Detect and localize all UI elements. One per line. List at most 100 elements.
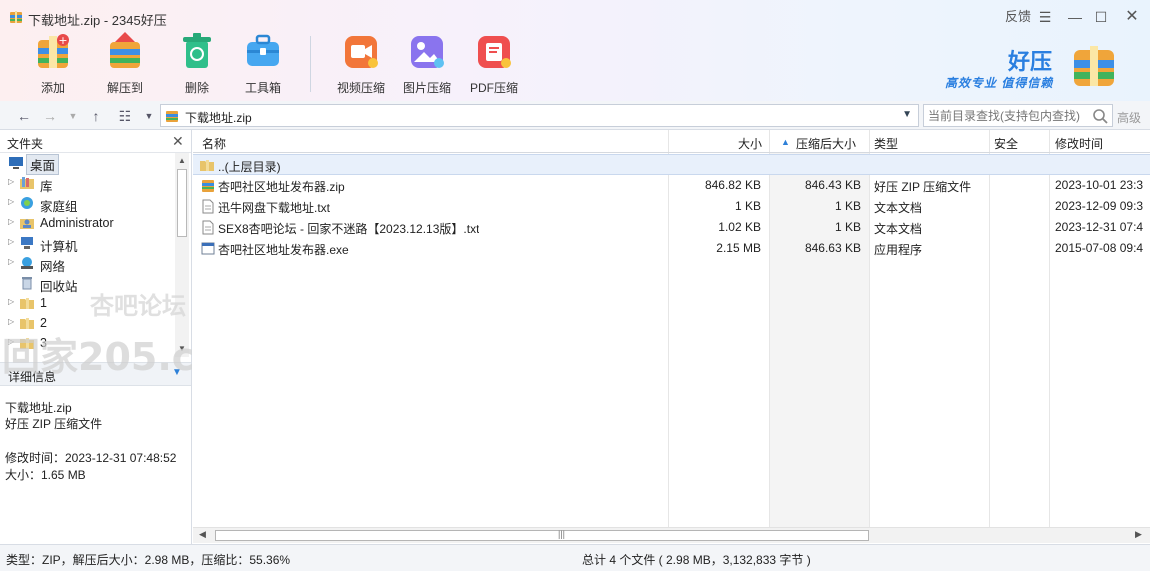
- video-compress-button[interactable]: 视频压缩: [327, 32, 395, 95]
- expand-arrow-icon[interactable]: ▷: [8, 297, 14, 306]
- computer-icon: [21, 237, 33, 249]
- up-arrow-icon[interactable]: ↑: [87, 107, 105, 125]
- col-header-size[interactable]: 大小: [738, 135, 762, 152]
- expand-arrow-icon[interactable]: ▷: [8, 237, 14, 246]
- view-mode-icon[interactable]: ☷: [116, 107, 134, 125]
- table-row[interactable]: SEX8杏吧论坛 - 回家不迷路【2023.12.13版】.txt 1.02 K…: [193, 217, 1150, 238]
- scroll-thumb[interactable]: [177, 169, 187, 237]
- detail-panel-header[interactable]: 详细信息 ▼: [0, 362, 191, 386]
- tree-item-label: Administrator: [40, 216, 114, 230]
- minimize-icon[interactable]: —: [1067, 8, 1083, 26]
- detail-panel-title: 详细信息: [8, 370, 57, 384]
- toolbox-button[interactable]: 工具箱: [229, 32, 297, 95]
- feedback-button[interactable]: 反馈: [1003, 8, 1033, 26]
- extract-to-label: 解压到: [106, 81, 143, 95]
- col-header-type[interactable]: 类型: [874, 135, 898, 152]
- address-bar: ← → ▼ ↑ ☷ ▼ 下载地址.zip ▼ 高级: [0, 101, 1150, 130]
- tree-item-folder-2[interactable]: ▷ 2: [0, 313, 175, 333]
- col-header-packed[interactable]: 压缩后大小: [796, 135, 856, 152]
- expand-arrow-icon[interactable]: ▷: [8, 177, 14, 186]
- scroll-up-icon[interactable]: ▲: [178, 156, 186, 165]
- expand-arrow-icon[interactable]: ▷: [8, 317, 14, 326]
- back-arrow-icon[interactable]: ←: [15, 107, 33, 125]
- path-field[interactable]: 下载地址.zip ▼: [160, 104, 919, 127]
- tree-item-recycle-bin[interactable]: 回收站: [0, 273, 175, 294]
- delete-button[interactable]: 删除: [163, 32, 231, 95]
- window-title: 下载地址.zip - 2345好压: [28, 13, 167, 28]
- add-button[interactable]: + 添加: [19, 32, 87, 95]
- row-name: 迅牛网盘下载地址.txt: [218, 201, 331, 215]
- tree-scrollbar[interactable]: ▲ ▼: [175, 153, 189, 357]
- image-compress-icon: [411, 36, 444, 68]
- svg-text:+: +: [58, 34, 67, 47]
- path-text: 下载地址.zip: [185, 111, 252, 125]
- parent-directory-row[interactable]: ..(上层目录): [193, 154, 1150, 175]
- folder-icon: [20, 318, 34, 329]
- row-size: 846.82 KB: [704, 178, 761, 192]
- col-header-modified[interactable]: 修改时间: [1055, 135, 1103, 152]
- network-icon: [21, 257, 33, 269]
- expand-arrow-icon[interactable]: ▷: [8, 337, 14, 346]
- close-panel-icon[interactable]: ✕: [172, 133, 184, 150]
- zip-file-icon: [166, 111, 178, 122]
- tree-item-folder-3[interactable]: ▷ 3: [0, 333, 175, 353]
- table-row[interactable]: 杏吧社区地址发布器.exe 2.15 MB 846.63 KB 应用程序 201…: [193, 238, 1150, 259]
- pdf-compress-button[interactable]: PDF压缩: [460, 32, 528, 95]
- tree-item-folder-1[interactable]: ▷ 1: [0, 293, 175, 313]
- tree-item-homegroup[interactable]: ▷ 家庭组: [0, 193, 175, 214]
- row-modified: 2015-07-08 09:4: [1055, 241, 1144, 255]
- search-input[interactable]: [928, 108, 1088, 124]
- expand-arrow-icon[interactable]: ▷: [8, 217, 14, 226]
- tree-item-administrator[interactable]: ▷ Administrator: [0, 213, 175, 233]
- scroll-thumb[interactable]: |||: [215, 529, 869, 541]
- user-folder-icon: [20, 219, 34, 229]
- image-compress-button[interactable]: 图片压缩: [393, 32, 461, 95]
- row-name: 杏吧社区地址发布器.exe: [218, 243, 349, 257]
- search-icon[interactable]: [1092, 108, 1108, 124]
- col-header-security[interactable]: 安全: [994, 135, 1018, 152]
- status-archive-info: 类型：ZIP，解压后大小：2.98 MB，压缩比：55.36%: [6, 553, 291, 567]
- text-file-icon: [202, 199, 214, 214]
- close-icon[interactable]: ✕: [1123, 8, 1141, 26]
- row-name: 杏吧社区地址发布器.zip: [218, 180, 345, 194]
- advanced-search-link[interactable]: 高级: [1117, 109, 1141, 126]
- tree-item-network[interactable]: ▷ 网络: [0, 253, 175, 274]
- forward-arrow-icon[interactable]: →: [41, 107, 59, 125]
- toolbar-separator: [310, 36, 311, 92]
- row-packed: 1 KB: [834, 199, 861, 213]
- search-field[interactable]: [923, 104, 1113, 127]
- scroll-left-icon[interactable]: ◀: [199, 529, 206, 540]
- left-panel: 文件夹 ✕ 桌面 ▷ 库 ▷ 家庭组 ▷ Administrator ▷ 计算机: [0, 130, 192, 544]
- expand-arrow-icon[interactable]: ▷: [8, 197, 14, 206]
- tree-item-label: 1: [40, 296, 47, 310]
- video-compress-icon: [345, 36, 378, 68]
- tree-item-computer[interactable]: ▷ 计算机: [0, 233, 175, 254]
- expand-arrow-icon[interactable]: ▷: [8, 257, 14, 266]
- tree-item-desktop[interactable]: 桌面: [0, 153, 175, 175]
- top-band: 下载地址.zip - 2345好压 反馈 ☰ — ☐ ✕ + 添加 解压到 删除…: [0, 0, 1150, 101]
- menu-icon[interactable]: ☰: [1038, 8, 1052, 26]
- path-dropdown-icon[interactable]: ▼: [902, 109, 912, 120]
- row-packed: 846.43 KB: [804, 178, 861, 192]
- view-dropdown-icon[interactable]: ▼: [140, 107, 158, 125]
- zip-file-icon: [202, 180, 214, 192]
- horizontal-scrollbar[interactable]: ◀ ||| ▶: [193, 527, 1150, 543]
- row-size: 1 KB: [734, 199, 761, 213]
- extract-to-button[interactable]: 解压到: [91, 32, 159, 95]
- add-archive-icon: +: [38, 34, 69, 68]
- tree-item-library[interactable]: ▷ 库: [0, 173, 175, 194]
- folder-tree: 桌面 ▷ 库 ▷ 家庭组 ▷ Administrator ▷ 计算机 ▷ 网络: [0, 153, 175, 357]
- table-row[interactable]: 杏吧社区地址发布器.zip 846.82 KB 846.43 KB 好压 ZIP…: [193, 175, 1150, 196]
- collapse-chevron-icon[interactable]: ▼: [172, 367, 182, 378]
- maximize-icon[interactable]: ☐: [1093, 8, 1109, 26]
- row-modified: 2023-12-09 09:3: [1055, 199, 1144, 213]
- brand: 好压 高效专业 值得信赖: [940, 44, 1068, 94]
- col-header-name[interactable]: 名称: [202, 135, 226, 152]
- row-type: 好压 ZIP 压缩文件: [874, 180, 972, 194]
- history-dropdown-icon[interactable]: ▼: [64, 107, 82, 125]
- scroll-down-icon[interactable]: ▼: [178, 344, 186, 353]
- scroll-right-icon[interactable]: ▶: [1135, 529, 1142, 540]
- sort-ascending-icon: ▲: [781, 137, 790, 147]
- pdf-compress-label: PDF压缩: [469, 81, 518, 95]
- table-row[interactable]: 迅牛网盘下载地址.txt 1 KB 1 KB 文本文档 2023-12-09 0…: [193, 196, 1150, 217]
